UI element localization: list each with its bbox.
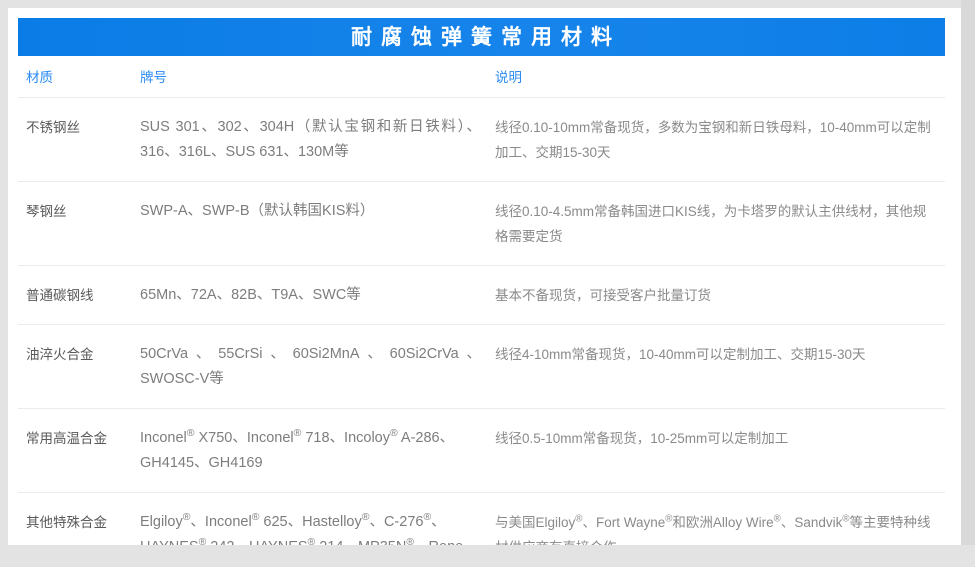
table-row: 其他特殊合金 Elgiloy®、Inconel® 625、Hastelloy®、… xyxy=(18,493,945,545)
page-gutter-left xyxy=(0,0,8,567)
cell-material: 常用高温合金 xyxy=(26,426,140,451)
cell-description: 线径0.5-10mm常备现货，10-25mm可以定制加工 xyxy=(495,426,931,451)
column-header-description: 说明 xyxy=(495,70,937,86)
cell-grade: SWP-A、SWP-B（默认韩国KIS料） xyxy=(140,199,481,224)
table-row: 常用高温合金 Inconel® X750、Inconel® 718、Incolo… xyxy=(18,409,945,493)
table-row: 琴钢丝 SWP-A、SWP-B（默认韩国KIS料） 线径0.10-4.5mm常备… xyxy=(18,182,945,266)
cell-grade: Elgiloy®、Inconel® 625、Hastelloy®、C-276®、… xyxy=(140,510,481,545)
vertical-scrollbar[interactable] xyxy=(961,0,975,545)
cell-material: 琴钢丝 xyxy=(26,199,140,224)
page-frame: 耐腐蚀弹簧常用材料 材质 牌号 说明 不锈钢丝 SUS 301、302、304H… xyxy=(0,0,975,567)
column-header-grade: 牌号 xyxy=(140,70,495,86)
cell-material: 油淬火合金 xyxy=(26,342,140,367)
page-gutter-top xyxy=(0,0,975,8)
cell-description: 与美国Elgiloy®、Fort Wayne®和欧洲Alloy Wire®、Sa… xyxy=(495,510,931,545)
cell-grade: 50CrVa、55CrSi、60Si2MnA、60Si2CrVa、SWOSC-V… xyxy=(140,342,481,392)
table-row: 不锈钢丝 SUS 301、302、304H（默认宝钢和新日铁料）、316、316… xyxy=(18,98,945,182)
cell-description: 线径4-10mm常备现货，10-40mm可以定制加工、交期15-30天 xyxy=(495,342,931,367)
materials-table: 材质 牌号 说明 不锈钢丝 SUS 301、302、304H（默认宝钢和新日铁料… xyxy=(18,56,945,545)
table-row: 油淬火合金 50CrVa、55CrSi、60Si2MnA、60Si2CrVa、S… xyxy=(18,325,945,409)
cell-description: 线径0.10-10mm常备现货，多数为宝钢和新日铁母料，10-40mm可以定制加… xyxy=(495,115,931,165)
cell-grade: Inconel® X750、Inconel® 718、Incoloy® A-28… xyxy=(140,426,481,476)
table-row: 普通碳钢线 65Mn、72A、82B、T9A、SWC等 基本不备现货，可接受客户… xyxy=(18,266,945,325)
column-header-material: 材质 xyxy=(18,70,140,86)
cell-description: 基本不备现货，可接受客户批量订货 xyxy=(495,283,931,308)
page-banner: 耐腐蚀弹簧常用材料 xyxy=(18,18,945,56)
document-body: 耐腐蚀弹簧常用材料 材质 牌号 说明 不锈钢丝 SUS 301、302、304H… xyxy=(8,8,955,545)
page-title: 耐腐蚀弹簧常用材料 xyxy=(342,27,621,48)
cell-grade: SUS 301、302、304H（默认宝钢和新日铁料）、316、316L、SUS… xyxy=(140,115,481,165)
table-header-row: 材质 牌号 说明 xyxy=(18,56,945,98)
cell-material: 不锈钢丝 xyxy=(26,115,140,140)
cell-material: 其他特殊合金 xyxy=(26,510,140,535)
cell-material: 普通碳钢线 xyxy=(26,283,140,308)
page-gutter-bottom xyxy=(0,545,975,567)
cell-grade: 65Mn、72A、82B、T9A、SWC等 xyxy=(140,283,481,308)
cell-description: 线径0.10-4.5mm常备韩国进口KIS线，为卡塔罗的默认主供线材，其他规格需… xyxy=(495,199,931,249)
